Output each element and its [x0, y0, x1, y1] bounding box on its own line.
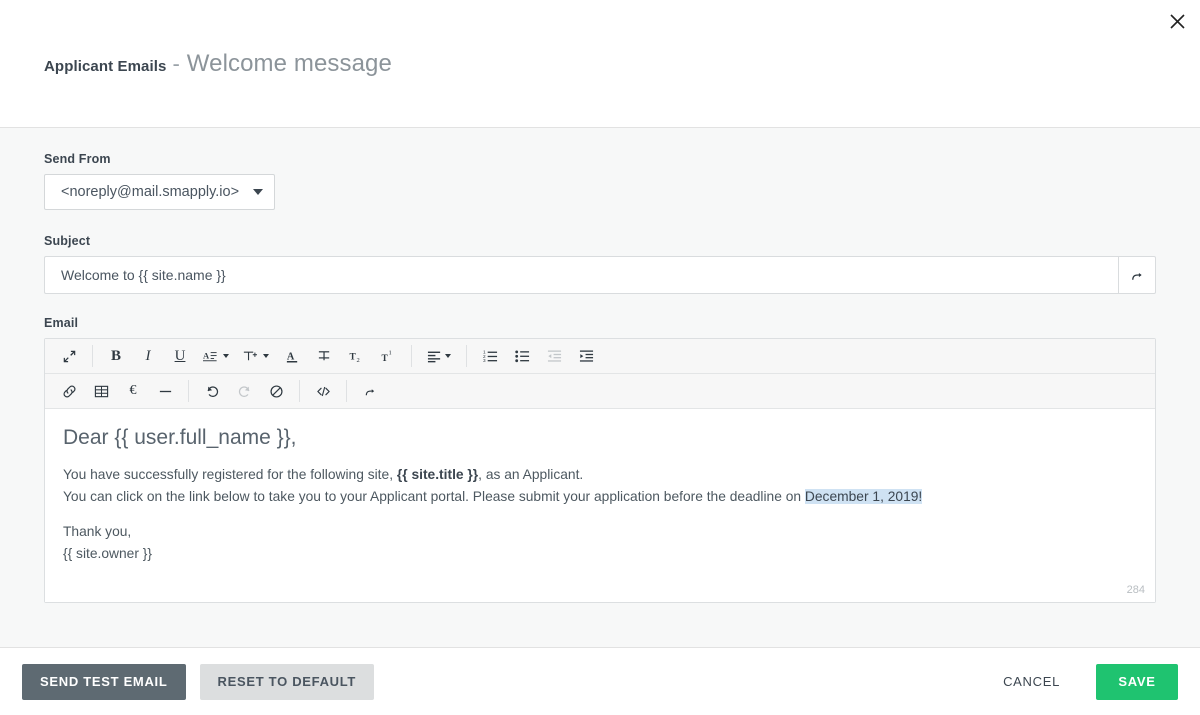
- page-title-category: Applicant Emails: [44, 57, 167, 75]
- email-line2-pre: You can click on the link below to take …: [63, 488, 805, 504]
- svg-text:1: 1: [388, 349, 391, 356]
- clear-formatting-icon[interactable]: [261, 377, 291, 405]
- code-view-icon[interactable]: [308, 377, 338, 405]
- toolbar-separator: [92, 345, 93, 367]
- chevron-down-icon: [223, 354, 229, 358]
- toolbar-separator: [299, 380, 300, 402]
- text-color-icon[interactable]: A: [277, 342, 307, 370]
- email-paragraph-2: You can click on the link below to take …: [63, 486, 1137, 508]
- special-character-icon[interactable]: €: [118, 377, 148, 405]
- email-paragraph-1: You have successfully registered for the…: [63, 464, 1137, 486]
- redo-icon[interactable]: [229, 377, 259, 405]
- chevron-down-icon: [253, 189, 264, 195]
- toolbar-separator: [411, 345, 412, 367]
- italic-icon[interactable]: I: [133, 342, 163, 370]
- subject-label: Subject: [44, 234, 91, 248]
- underline-icon[interactable]: U: [165, 342, 195, 370]
- merge-field-icon[interactable]: [355, 377, 385, 405]
- editor-toolbar-row-2: €: [45, 374, 1155, 409]
- chevron-down-icon: [263, 354, 269, 358]
- table-icon[interactable]: [86, 377, 116, 405]
- svg-text:A: A: [286, 351, 294, 362]
- email-body-editor[interactable]: Dear {{ user.full_name }}, You have succ…: [45, 409, 1155, 602]
- modal-footer: SEND TEST EMAIL RESET TO DEFAULT CANCEL …: [0, 647, 1200, 715]
- send-test-email-button[interactable]: SEND TEST EMAIL: [22, 663, 186, 700]
- fullscreen-icon[interactable]: [54, 342, 84, 370]
- modal-body: Send From <noreply@mail.smapply.io> Subj…: [0, 128, 1200, 647]
- character-counter: 284: [1126, 584, 1145, 596]
- indent-icon[interactable]: [571, 342, 601, 370]
- ordered-list-icon[interactable]: 1 2 3: [475, 342, 505, 370]
- email-line1-post: , as an Applicant.: [478, 467, 584, 483]
- page-title: Applicant Emails - Welcome message: [44, 50, 392, 78]
- toolbar-separator: [346, 380, 347, 402]
- email-selected-text: December 1, 2019!: [804, 488, 923, 504]
- editor-toolbar-row-1: B I U A A T 2 T 1 1 2 3: [45, 339, 1155, 374]
- send-from-select[interactable]: <noreply@mail.smapply.io>: [44, 174, 276, 210]
- svg-text:3: 3: [483, 358, 486, 363]
- send-from-field: Send From <noreply@mail.smapply.io>: [44, 152, 1156, 210]
- unordered-list-icon[interactable]: [507, 342, 537, 370]
- send-from-value: <noreply@mail.smapply.io>: [61, 184, 240, 200]
- undo-icon[interactable]: [197, 377, 227, 405]
- horizontal-rule-icon[interactable]: [150, 377, 180, 405]
- page-title-separator: -: [172, 50, 180, 76]
- svg-text:T: T: [349, 352, 356, 362]
- chevron-down-icon: [445, 354, 451, 358]
- svg-text:T: T: [381, 354, 388, 364]
- close-icon[interactable]: [1162, 6, 1192, 36]
- email-line1-pre: You have successfully registered for the…: [63, 467, 397, 483]
- outdent-icon[interactable]: [539, 342, 569, 370]
- link-icon[interactable]: [54, 377, 84, 405]
- email-line1-bold: {{ site.title }}: [396, 467, 479, 483]
- subject-merge-field-button[interactable]: [1118, 256, 1156, 294]
- subject-input[interactable]: [44, 256, 1118, 294]
- email-label: Email: [44, 316, 79, 330]
- rich-text-editor: B I U A A T 2 T 1 1 2 3 € Dear {{user.f…: [44, 338, 1156, 603]
- email-closing: Thank you,: [63, 524, 132, 540]
- strikethrough-icon[interactable]: [309, 342, 339, 370]
- email-greeting: Dear {{ user.full_name }},: [63, 426, 297, 449]
- superscript-icon[interactable]: T 1: [373, 342, 403, 370]
- cancel-button[interactable]: CANCEL: [981, 664, 1082, 700]
- toolbar-separator: [188, 380, 189, 402]
- send-from-label: Send From: [44, 152, 111, 166]
- email-template-modal: Applicant Emails - Welcome message Send …: [0, 0, 1200, 715]
- svg-text:A: A: [203, 351, 210, 361]
- subscript-icon[interactable]: T 2: [341, 342, 371, 370]
- modal-header: Applicant Emails - Welcome message: [0, 0, 1200, 128]
- email-spacer: [63, 507, 1137, 521]
- save-button[interactable]: SAVE: [1096, 663, 1178, 700]
- font-size-icon[interactable]: [237, 342, 275, 370]
- font-family-icon[interactable]: A: [197, 342, 235, 370]
- bold-icon[interactable]: B: [101, 342, 131, 370]
- align-icon[interactable]: [420, 342, 458, 370]
- reset-to-default-button[interactable]: RESET TO DEFAULT: [199, 663, 375, 700]
- svg-text:2: 2: [356, 357, 359, 364]
- email-signature: {{ site.owner }}: [63, 545, 152, 561]
- page-title-name: Welcome message: [186, 49, 392, 77]
- email-field: Email B I U A A T 2 T 1 1 2 3 € Dear {{…: [44, 316, 1156, 603]
- toolbar-separator: [466, 345, 467, 367]
- subject-field: Subject: [44, 234, 1156, 294]
